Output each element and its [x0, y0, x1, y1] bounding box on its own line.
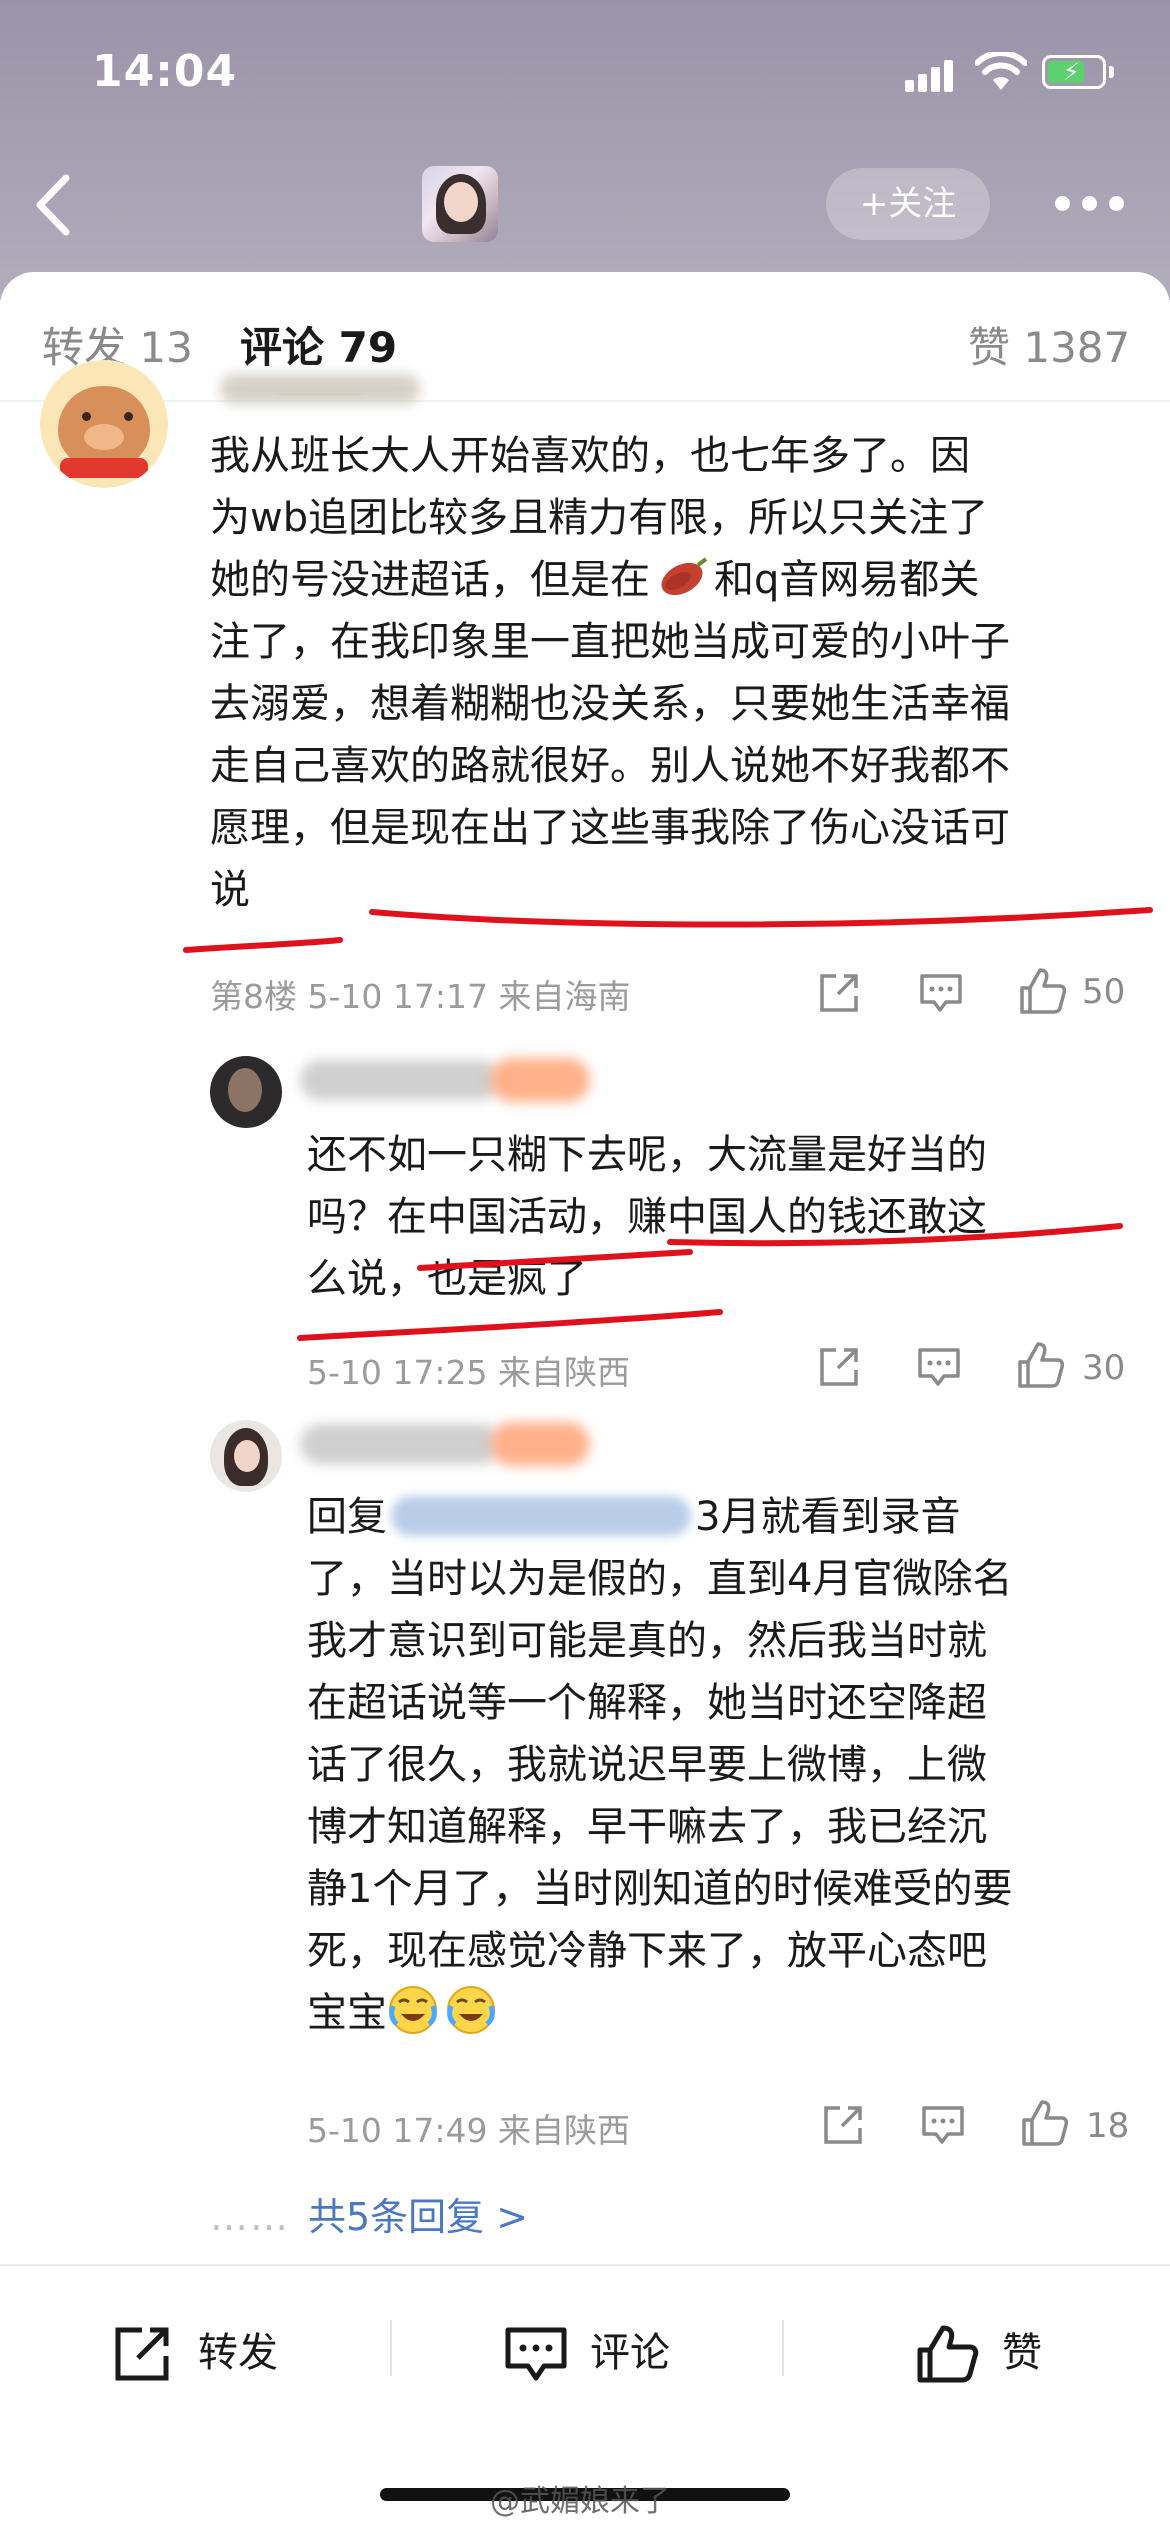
cellular-signal-icon	[905, 58, 955, 92]
more-replies-dots: ……	[210, 2195, 290, 2239]
profile-header: 14:04 ⚡ +关注	[0, 0, 1170, 300]
back-arrow-icon[interactable]	[30, 170, 80, 240]
reply-avatar[interactable]	[210, 1420, 282, 1492]
blurred-badge	[490, 1058, 590, 1102]
comment-label: 评论	[590, 2330, 670, 2376]
like-icon[interactable]	[1016, 1340, 1066, 1390]
blurred-username	[300, 1060, 500, 1100]
like-icon[interactable]	[1020, 2098, 1070, 2148]
reply-icon[interactable]	[920, 2102, 966, 2148]
comment-body: 我从班长大人开始喜欢的，也七年多了。因 为wb追团比较多且精力有限，所以只关注了…	[210, 433, 1010, 913]
tab-comments[interactable]: 评论 79	[240, 314, 397, 375]
divider	[390, 2320, 392, 2376]
blurred-username	[300, 1424, 500, 1464]
divider	[782, 2320, 784, 2376]
sweet-potato-icon	[661, 557, 708, 596]
battery-cap	[1109, 66, 1114, 78]
bottom-action-bar: 转发 评论 赞	[0, 2264, 1170, 2436]
like-icon[interactable]	[1018, 966, 1068, 1016]
reply-icon[interactable]	[916, 1344, 962, 1390]
crying-laughing-emoji-icon	[389, 1986, 437, 2034]
tab-bar: 转发 13 评论 79 赞 1387	[0, 272, 1170, 402]
battery-icon: ⚡	[1042, 55, 1106, 89]
like-count: 18	[1086, 2106, 1130, 2146]
tab-likes[interactable]: 赞 1387	[968, 314, 1130, 375]
reply-meta: 5-10 17:25 来自陕西	[307, 1353, 630, 1392]
view-more-replies-link[interactable]: …… 共5条回复 >	[210, 2186, 528, 2241]
crying-laughing-emoji-icon	[447, 1986, 495, 2034]
comment-meta: 第8楼 5-10 17:17 来自海南	[210, 977, 631, 1016]
reply-body: 还不如一只糊下去呢，大流量是好当的 吗？在中国活动，赚中国人的钱还敢这 么说，也…	[307, 1132, 987, 1302]
like-count: 50	[1082, 972, 1126, 1012]
like-label: 赞	[1002, 2330, 1042, 2376]
follow-button[interactable]: +关注	[826, 168, 990, 240]
more-options-icon[interactable]	[1055, 196, 1125, 212]
share-icon[interactable]	[816, 970, 862, 1016]
author-avatar[interactable]	[422, 166, 498, 242]
thumbs-up-icon	[917, 2325, 979, 2383]
blurred-badge	[490, 1422, 590, 1466]
share-icon[interactable]	[820, 2102, 866, 2148]
comment-icon	[505, 2327, 567, 2381]
share-icon[interactable]	[816, 1344, 862, 1390]
repost-icon	[115, 2327, 169, 2381]
blurred-username	[220, 374, 420, 404]
reply-avatar[interactable]	[210, 1056, 282, 1128]
reply-icon[interactable]	[918, 970, 964, 1016]
status-time: 14:04	[92, 46, 238, 97]
blurred-mention	[391, 1496, 691, 1536]
wifi-icon	[975, 52, 1027, 90]
reply-meta: 5-10 17:49 来自陕西	[307, 2111, 630, 2150]
commenter-avatar[interactable]	[40, 360, 168, 488]
reply-body: 回复 3月就看到录音 了，当时以为是假的，直到4月官微除名 我才意识到可能是真的，…	[307, 1494, 1013, 2036]
watermark: @武媚娘来了	[490, 2484, 670, 2519]
like-count: 30	[1082, 1348, 1126, 1388]
repost-label: 转发	[198, 2330, 278, 2376]
more-replies-label: 共5条回复 >	[308, 2195, 529, 2239]
